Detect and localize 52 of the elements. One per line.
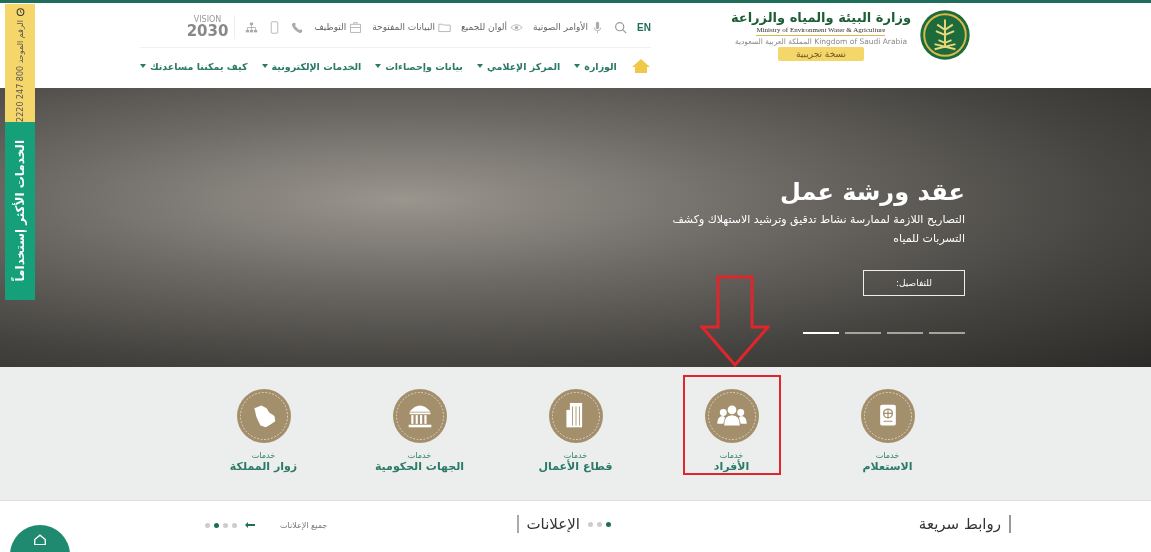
most-used-services-tab[interactable]: الخدمات الأكثر إستخداماً xyxy=(5,122,35,300)
nav-menu-item[interactable]: الخدمات الإلكترونية xyxy=(261,60,362,72)
carousel-dot[interactable] xyxy=(223,523,228,528)
nav-menu-item[interactable]: بيانات وإحصاءات xyxy=(375,60,463,72)
top-link[interactable]: التوظيف xyxy=(314,20,363,34)
nav-menu-item[interactable]: المركز الإعلامي xyxy=(476,60,561,72)
carousel-dot[interactable] xyxy=(597,521,602,527)
ministry-name: وزارة البيئة والمياه والزراعة xyxy=(730,9,911,25)
caret-icon xyxy=(574,64,581,68)
carousel-dot[interactable] xyxy=(588,521,593,527)
carousel-dot[interactable] xyxy=(232,523,237,528)
announcements-heading: الإعلانات xyxy=(516,515,580,533)
briefcase-icon xyxy=(349,20,363,34)
sitemap-icon[interactable] xyxy=(245,20,259,34)
service-item[interactable]: خدمات الاستعلام xyxy=(838,375,937,475)
all-announcements-link[interactable]: جميع الإعلانات xyxy=(280,521,328,530)
slide-indicator[interactable] xyxy=(887,332,923,334)
hotline-tab[interactable]: الرقم الموحد 800 247 2220 xyxy=(5,4,35,122)
quick-links-heading: روابط سريعة xyxy=(918,515,1011,533)
caret-icon xyxy=(375,64,382,68)
vision-logo: VISION 2030 xyxy=(186,15,236,39)
beta-badge: نسخة تجريبية xyxy=(777,46,864,61)
carousel-dot[interactable] xyxy=(205,523,210,528)
service-item[interactable]: خدمات زوار المملكة xyxy=(214,375,313,475)
phone-icon[interactable] xyxy=(291,20,305,34)
slide-indicator[interactable] xyxy=(845,332,881,334)
caret-icon xyxy=(476,64,483,68)
microphone-icon xyxy=(591,20,604,34)
hero-title: عقد ورشة عمل xyxy=(779,178,965,206)
details-button[interactable]: للتفاصيل: xyxy=(863,270,965,296)
top-link[interactable]: ألوان للجميع xyxy=(461,20,524,34)
search-icon[interactable] xyxy=(614,20,627,34)
slide-indicator[interactable] xyxy=(929,332,965,334)
caret-icon xyxy=(139,64,146,68)
carousel-dot[interactable] xyxy=(214,523,219,528)
caret-icon xyxy=(261,64,268,68)
arrow-left-icon[interactable] xyxy=(245,522,255,528)
carousel-dot[interactable] xyxy=(606,521,611,527)
home-icon[interactable] xyxy=(630,58,651,74)
service-item[interactable]: خدمات الأفراد xyxy=(682,375,781,475)
nav-menu-item[interactable]: الوزارة xyxy=(574,60,617,72)
slide-indicator[interactable] xyxy=(803,332,839,334)
language-link[interactable]: EN xyxy=(637,21,651,33)
service-item[interactable]: خدمات الجهات الحكومية xyxy=(370,375,469,475)
top-link[interactable]: الأوامر الصوتية xyxy=(533,20,604,34)
hero-description: التصاريح اللازمة لممارسة نشاط تدقيق وترشيد الاستهلاك وكشف التسربات للمياه xyxy=(671,212,965,247)
palm-emblem-icon xyxy=(919,9,971,61)
top-link[interactable]: البيانات المفتوحة xyxy=(372,20,451,34)
nav-menu-item[interactable]: كيف يمكننا مساعدتك xyxy=(139,60,248,72)
clock-icon xyxy=(14,8,26,17)
service-item[interactable]: خدمات قطاع الأعمال xyxy=(526,375,625,475)
home-icon xyxy=(33,534,47,545)
